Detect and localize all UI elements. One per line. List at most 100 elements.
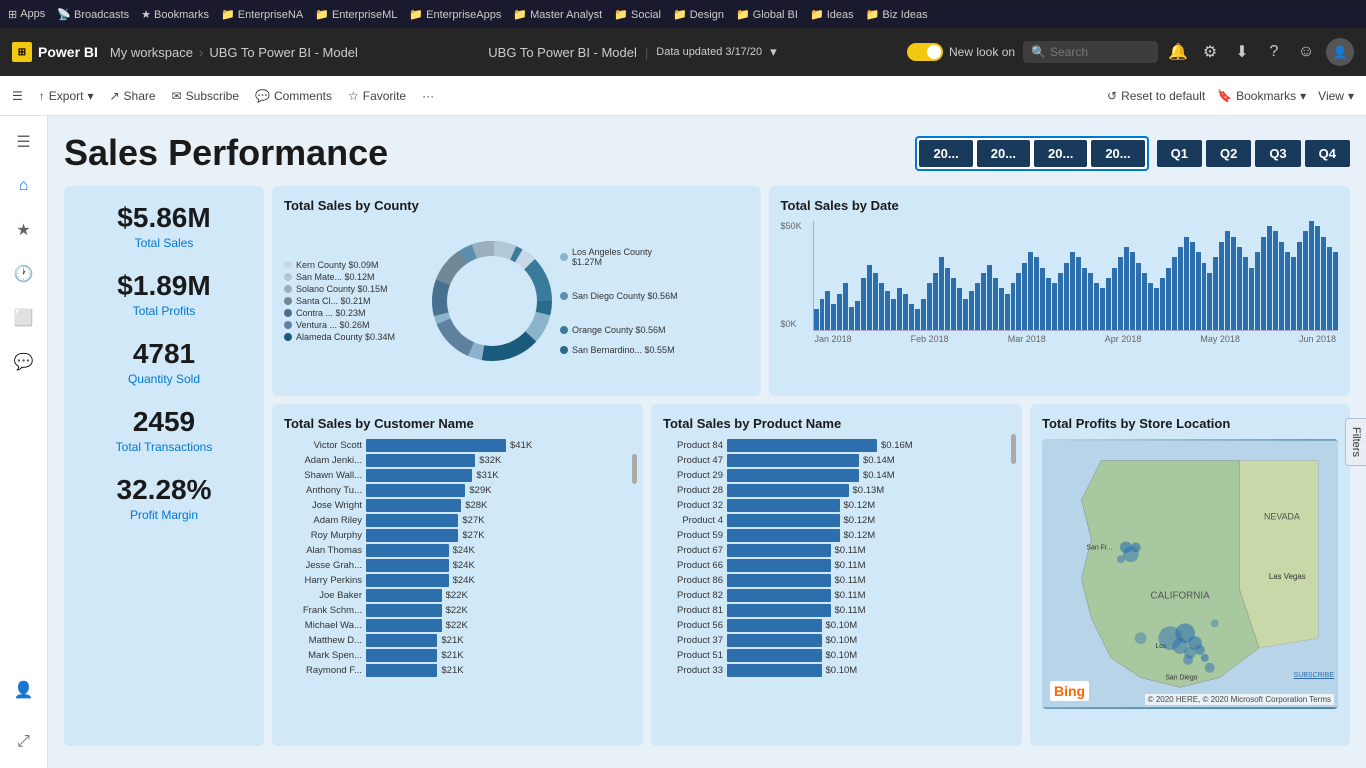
quarter-btn-q4[interactable]: Q4 — [1305, 140, 1350, 167]
bookmark-bizideas[interactable]: 📁 Biz Ideas — [866, 8, 928, 21]
search-box[interactable]: 🔍 — [1023, 41, 1158, 63]
sidebar-home[interactable]: ⌂ — [6, 168, 42, 204]
customer-bar-row: Adam Jenki...$32K — [284, 454, 631, 467]
bookmark-broadcasts[interactable]: 📡 Broadcasts — [57, 8, 129, 21]
year-btn-1[interactable]: 20... — [919, 140, 972, 167]
workspace-link[interactable]: My workspace — [110, 45, 193, 60]
y-label-50k: $50K — [781, 221, 802, 231]
time-bar — [1225, 231, 1230, 330]
favorite-button[interactable]: ☆ Favorite — [348, 89, 406, 103]
bookmark-globalbi[interactable]: 📁 Global BI — [736, 8, 798, 21]
bookmark-enterprisedna[interactable]: 📁 EnterpriseNA — [221, 8, 303, 21]
customer-sales-card: Total Sales by Customer Name Victor Scot… — [272, 404, 643, 746]
time-bar — [1040, 268, 1045, 330]
time-bar — [1011, 283, 1016, 330]
customer-scrollbar[interactable] — [632, 454, 637, 484]
product-bar-label: Product 33 — [663, 665, 723, 676]
time-bar — [921, 299, 926, 330]
customer-bar — [366, 514, 458, 527]
bookmark-enterpriseapps[interactable]: 📁 EnterpriseApps — [409, 8, 501, 21]
sidebar-profile[interactable]: 👤 — [6, 672, 42, 708]
svg-text:Las Vegas: Las Vegas — [1269, 572, 1306, 581]
bookmark-social[interactable]: 📁 Social — [614, 8, 661, 21]
time-bar — [957, 288, 962, 330]
time-bar — [891, 299, 896, 330]
bookmark-enterpriseml[interactable]: 📁 EnterpriseML — [315, 8, 397, 21]
user-avatar[interactable]: 👤 — [1326, 38, 1354, 66]
help-icon[interactable]: ? — [1262, 43, 1286, 61]
product-bar-label: Product 67 — [663, 545, 723, 556]
view-button[interactable]: View ▾ — [1318, 89, 1354, 103]
product-bar-value: $0.12M — [844, 515, 876, 526]
settings-icon[interactable]: ⚙ — [1198, 42, 1222, 62]
product-scrollbar[interactable] — [1011, 434, 1016, 464]
download-icon[interactable]: ⬇ — [1230, 42, 1254, 62]
year-btn-3[interactable]: 20... — [1034, 140, 1087, 167]
bookmark-ideas[interactable]: 📁 Ideas — [810, 8, 854, 21]
legend-orange: Orange County $0.56M — [560, 325, 680, 335]
year-btn-4[interactable]: 20... — [1091, 140, 1144, 167]
bookmark-bookmarks[interactable]: ★ Bookmarks — [141, 8, 209, 21]
time-bar — [1028, 252, 1033, 330]
report-link[interactable]: UBG To Power BI - Model — [209, 45, 358, 60]
timeseries-title: Total Sales by Date — [781, 198, 1338, 213]
status-chevron[interactable]: ▾ — [770, 44, 777, 60]
kpi-quantity-sold-value: 4781 — [80, 338, 248, 370]
product-bar-label: Product 82 — [663, 590, 723, 601]
time-bar — [1231, 237, 1236, 330]
bookmarks-button[interactable]: 🔖 Bookmarks ▾ — [1217, 89, 1306, 103]
customer-bar-value: $22K — [446, 590, 468, 601]
time-bar — [1184, 237, 1189, 330]
quarter-btn-q2[interactable]: Q2 — [1206, 140, 1251, 167]
app-header: ⊞ Power BI My workspace › UBG To Power B… — [0, 28, 1366, 76]
customer-bar-row: Alan Thomas$24K — [284, 544, 631, 557]
bookmark-design[interactable]: 📁 Design — [673, 8, 724, 21]
time-bar — [1016, 273, 1021, 330]
app-logo[interactable]: ⊞ Power BI — [12, 42, 98, 62]
customer-bar-label: Anthony Tu... — [284, 485, 362, 496]
svg-text:San Diego: San Diego — [1165, 675, 1197, 682]
product-bar — [727, 514, 840, 527]
search-input[interactable] — [1050, 45, 1150, 59]
emoji-icon[interactable]: ☺ — [1294, 43, 1318, 61]
reset-button[interactable]: ↺ Reset to default — [1107, 89, 1205, 103]
quarter-btn-q1[interactable]: Q1 — [1157, 140, 1202, 167]
sidebar-expand[interactable]: ⤢ — [6, 724, 42, 760]
notification-icon[interactable]: 🔔 — [1166, 42, 1190, 62]
time-bar — [837, 294, 842, 330]
customer-bar-value: $24K — [453, 560, 475, 571]
sidebar-messages[interactable]: 💬 — [6, 344, 42, 380]
customer-bar-value: $21K — [441, 650, 463, 661]
kpi-total-profits-value: $1.89M — [80, 270, 248, 302]
subscribe-button[interactable]: ✉ Subscribe — [172, 89, 239, 103]
sidebar-favorites[interactable]: ★ — [6, 212, 42, 248]
map-title: Total Profits by Store Location — [1042, 416, 1338, 431]
kpi-panel: $5.86M Total Sales $1.89M Total Profits … — [64, 186, 264, 746]
time-bar — [1046, 278, 1051, 330]
customer-bar-value: $27K — [462, 530, 484, 541]
bookmark-masteranalyst[interactable]: 📁 Master Analyst — [513, 8, 602, 21]
new-look-pill[interactable] — [907, 43, 943, 61]
title-sep: | — [645, 45, 648, 60]
year-btn-2[interactable]: 20... — [977, 140, 1030, 167]
time-bar — [820, 299, 825, 330]
filters-tab[interactable]: Filters — [1345, 418, 1366, 466]
sidebar-recent[interactable]: 🕐 — [6, 256, 42, 292]
data-status: Data updated 3/17/20 — [656, 46, 762, 58]
comments-button[interactable]: 💬 Comments — [255, 89, 332, 103]
kpi-profit-margin-value: 32.28% — [80, 474, 248, 506]
sidebar-menu[interactable]: ☰ — [6, 124, 42, 160]
time-bar — [1261, 237, 1266, 330]
product-bar — [727, 454, 859, 467]
time-bar — [1022, 263, 1027, 330]
time-bar — [963, 299, 968, 330]
menu-icon[interactable]: ☰ — [12, 89, 23, 103]
more-button[interactable]: ··· — [422, 89, 434, 103]
quarter-btn-q3[interactable]: Q3 — [1255, 140, 1300, 167]
sidebar-apps[interactable]: ⬜ — [6, 300, 42, 336]
share-button[interactable]: ↗ Share — [109, 89, 155, 103]
product-bar-row: Product 32$0.12M — [663, 499, 1010, 512]
export-button[interactable]: ↑ Export ▾ — [39, 89, 94, 103]
bookmark-apps[interactable]: ⊞ Apps — [8, 8, 45, 21]
product-bar-row: Product 47$0.14M — [663, 454, 1010, 467]
